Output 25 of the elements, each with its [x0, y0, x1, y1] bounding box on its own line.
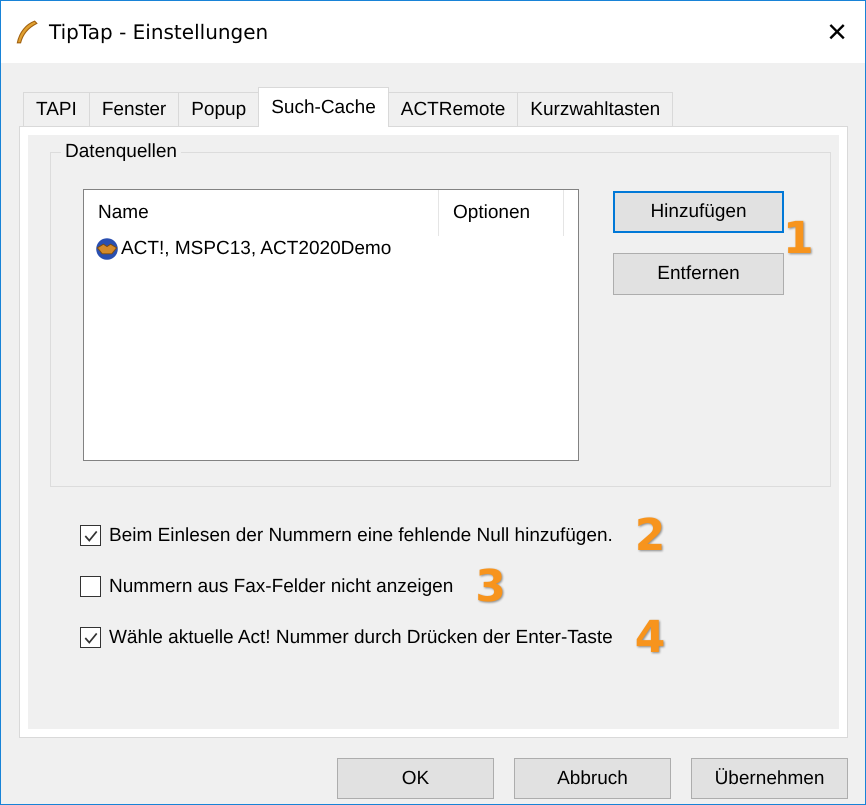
dialog-button[interactable]: Hinzufügen — [613, 191, 784, 233]
checkbox-label: Nummern aus Fax-Felder nicht anzeigen — [109, 576, 454, 598]
tab[interactable]: TAPI — [23, 92, 90, 126]
callout-number: 1 — [783, 217, 814, 261]
tab[interactable]: Such-Cache — [258, 87, 389, 127]
callout-number: 2 — [634, 514, 666, 558]
dialog-button[interactable]: Übernehmen — [691, 758, 848, 799]
checkbox-label: Wähle aktuelle Act! Nummer durch Drücken der Enter-Taste — [109, 626, 613, 648]
dialog-button[interactable]: Abbruch — [514, 758, 671, 799]
tab[interactable]: Kurzwahltasten — [517, 92, 674, 126]
window-title: TipTap - Einstellungen — [49, 20, 270, 44]
column-header[interactable]: Name — [84, 190, 439, 236]
group-title: Datenquellen — [61, 141, 181, 163]
dialog-button[interactable]: Entfernen — [613, 253, 784, 295]
column-header[interactable]: Optionen — [439, 190, 564, 236]
checkbox[interactable] — [80, 627, 101, 648]
close-button[interactable]: × — [821, 12, 853, 52]
checkbox[interactable] — [80, 576, 101, 597]
callout-number: 4 — [634, 616, 666, 660]
list-item[interactable]: ACT!, MSPC13, ACT2020Demo — [84, 236, 578, 262]
handshake-icon — [95, 237, 119, 261]
checkbox[interactable] — [80, 525, 101, 546]
dialog-button[interactable]: OK — [337, 758, 494, 799]
callout-number: 3 — [475, 564, 506, 608]
checkbox-label: Beim Einlesen der Nummern eine fehlende Null hinzufügen. — [109, 524, 613, 546]
